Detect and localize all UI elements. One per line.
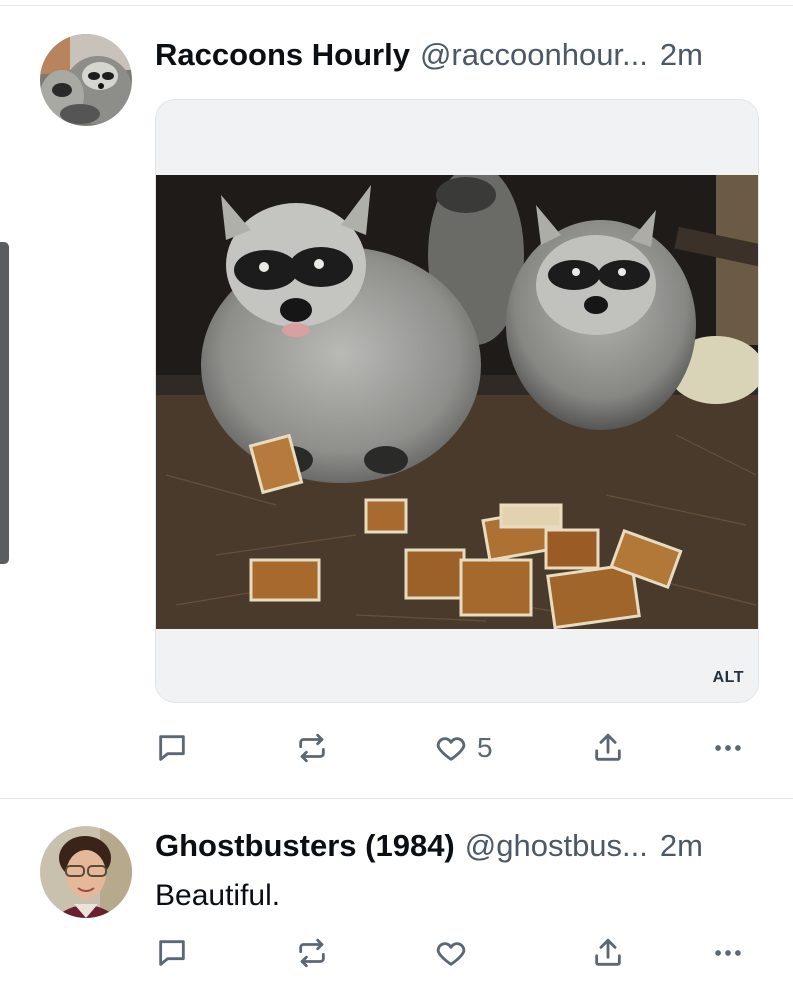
media-card[interactable]: ALT [155,99,759,703]
like-count: 5 [477,732,493,763]
author-avatar[interactable] [40,34,132,126]
post-timestamp[interactable]: 2m [660,36,703,74]
author-name[interactable]: Ghostbusters (1984) [155,827,455,865]
post-header: Raccoons Hourly @raccoonhour... 2m [155,36,759,74]
repost-button[interactable] [295,933,329,973]
reply-icon [155,936,189,970]
more-options-button[interactable] [711,933,745,973]
more-icon [711,936,745,970]
like-button[interactable]: 5 [433,728,493,768]
reply-button[interactable] [155,728,189,768]
more-icon [711,731,745,765]
more-options-button[interactable] [711,728,745,768]
author-avatar[interactable] [40,826,132,918]
author-handle[interactable]: @ghostbus... [465,827,648,865]
share-icon [591,731,625,765]
share-icon [591,936,625,970]
post-actions [155,933,759,973]
repost-icon [295,936,329,970]
post-header: Ghostbusters (1984) @ghostbus... 2m [155,827,759,865]
author-handle[interactable]: @raccoonhour... [420,36,648,74]
feed-post[interactable]: Raccoons Hourly @raccoonhour... 2m ALT 5 [0,0,793,799]
like-icon [433,936,469,970]
like-icon [433,731,469,765]
post-actions: 5 [155,728,759,768]
post-text: Beautiful. [155,879,281,912]
post-image[interactable] [156,165,758,630]
reply-button[interactable] [155,933,189,973]
share-button[interactable] [591,728,625,768]
author-name[interactable]: Raccoons Hourly [155,36,410,74]
share-button[interactable] [591,933,625,973]
post-timestamp[interactable]: 2m [660,827,703,865]
repost-icon [295,731,329,765]
like-button[interactable] [433,933,469,973]
feed-post[interactable]: Ghostbusters (1984) @ghostbus... 2m Beau… [0,799,793,1000]
alt-text-badge[interactable]: ALT [713,669,744,687]
reply-icon [155,731,189,765]
repost-button[interactable] [295,728,329,768]
